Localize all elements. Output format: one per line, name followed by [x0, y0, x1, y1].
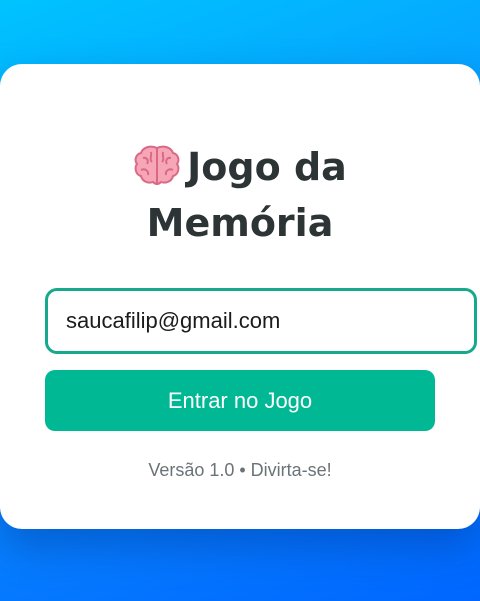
brain-icon — [133, 144, 181, 198]
email-field[interactable] — [45, 288, 477, 354]
game-title: Jogo da Memória — [0, 142, 480, 248]
version-text: Versão 1.0 • Divirta-se! — [148, 460, 332, 480]
login-card: Jogo da Memória Entrar no Jogo Versão 1.… — [0, 64, 480, 529]
enter-game-button[interactable]: Entrar no Jogo — [45, 370, 435, 431]
